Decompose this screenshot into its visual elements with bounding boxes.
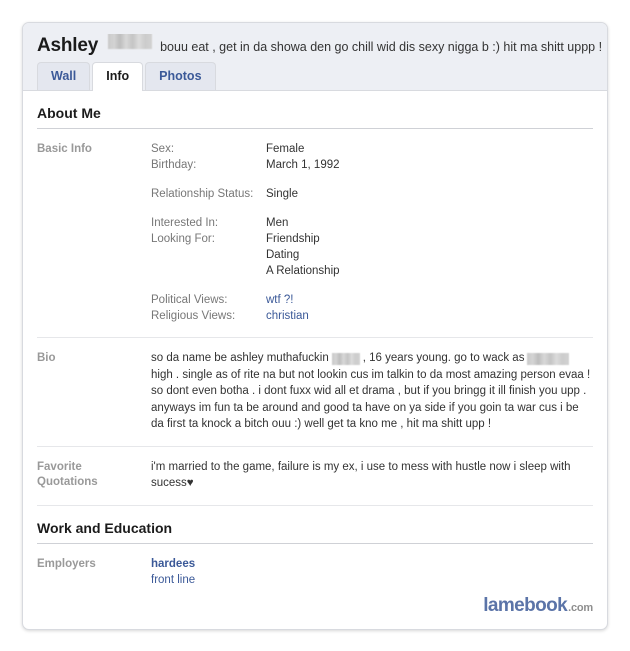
profile-name: Ashley xyxy=(37,35,99,56)
bio-text: so da name be ashley muthafuckin , 16 yea… xyxy=(151,350,593,433)
redacted-bio-block-1 xyxy=(331,352,360,365)
lamebook-watermark-tld: .com xyxy=(568,602,593,614)
value-looking-for-friendship: Friendship xyxy=(266,233,320,245)
value-political-views-link[interactable]: wtf ?! xyxy=(266,292,593,308)
value-relationship-status: Single xyxy=(266,188,298,200)
label-looking-for: Looking For: xyxy=(151,233,215,245)
field-label-employers: Employers xyxy=(37,557,96,570)
profile-card: Ashley bouu eat , get in da showa den go… xyxy=(22,22,608,630)
section-title-work-and-education: Work and Education xyxy=(37,506,593,544)
bio-part-1: so da name be ashley muthafuckin xyxy=(151,352,329,364)
basic-info-row-interested-in: Interested In: Men xyxy=(151,215,593,231)
label-political-views: Political Views: xyxy=(151,294,228,306)
label-interested-in: Interested In: xyxy=(151,217,219,229)
profile-header-line: Ashley bouu eat , get in da showa den go… xyxy=(37,34,607,60)
basic-info-row-relationship-status: Relationship Status: Single xyxy=(151,186,593,202)
lamebook-watermark-main: lamebook xyxy=(483,595,568,616)
basic-info-row-looking-for: Looking For: Friendship xyxy=(151,231,593,247)
basic-info-row-looking-for-relationship: A Relationship xyxy=(151,263,593,279)
label-birthday: Birthday: xyxy=(151,159,197,171)
label-religious-views: Religious Views: xyxy=(151,310,236,322)
value-sex: Female xyxy=(266,143,305,155)
bio-part-2: , 16 years young. go to wack as xyxy=(362,352,525,364)
field-label-bio: Bio xyxy=(37,352,56,364)
lamebook-watermark: lamebook .com xyxy=(483,595,593,617)
value-religious-views-link[interactable]: christian xyxy=(266,308,593,324)
employer-position-link[interactable]: front line xyxy=(151,572,593,588)
basic-info-row-political-views: Political Views: wtf ?! xyxy=(151,292,593,308)
field-label-basic-info: Basic Info xyxy=(37,143,92,155)
profile-header: Ashley bouu eat , get in da showa den go… xyxy=(23,23,607,91)
field-label-favorite-quotations: Favorite Quotations xyxy=(37,459,151,492)
field-row-basic-info: Basic Info Sex: Female Birthday: March 1… xyxy=(37,129,593,338)
profile-tabs: Wall Info Photos xyxy=(37,62,218,91)
label-relationship-status: Relationship Status: xyxy=(151,188,254,200)
basic-info-row-sex: Sex: Female xyxy=(151,141,593,157)
value-birthday: March 1, 1992 xyxy=(266,159,340,171)
field-row-bio: Bio so da name be ashley muthafuckin , 16… xyxy=(37,338,593,447)
bio-part-3: high . single as of rite na but not look… xyxy=(151,368,591,431)
tab-photos[interactable]: Photos xyxy=(145,62,216,90)
favorite-quotations-text: i'm married to the game, failure is my e… xyxy=(151,460,571,490)
label-looking-for-spacer-2 xyxy=(151,263,266,279)
basic-info-row-looking-for-dating: Dating xyxy=(151,247,593,263)
section-title-about-me: About Me xyxy=(37,91,593,129)
label-sex: Sex: xyxy=(151,143,175,155)
value-looking-for-a-relationship: A Relationship xyxy=(266,265,340,277)
field-row-favorite-quotations: Favorite Quotations i'm married to the g… xyxy=(37,447,593,506)
profile-status-text: bouu eat , get in da showa den go chill … xyxy=(160,40,603,54)
field-label-favorite-quotations-line1: Favorite xyxy=(37,460,82,473)
basic-info-row-religious-views: Religious Views: christian xyxy=(151,308,593,324)
label-looking-for-spacer xyxy=(151,247,266,263)
basic-info-row-birthday: Birthday: March 1, 1992 xyxy=(151,157,593,173)
value-interested-in: Men xyxy=(266,217,289,229)
employer-name-link[interactable]: hardees xyxy=(151,556,593,572)
redacted-lastname-block xyxy=(108,34,153,49)
basic-info-table: Sex: Female Birthday: March 1, 1992 Rela… xyxy=(151,141,593,324)
tab-wall[interactable]: Wall xyxy=(37,62,91,90)
field-row-employers: Employers hardees front line xyxy=(37,544,593,601)
value-looking-for-dating: Dating xyxy=(266,249,300,261)
field-label-favorite-quotations-line2: Quotations xyxy=(37,475,98,488)
tab-info[interactable]: Info xyxy=(92,62,144,91)
screenshot-page: Ashley bouu eat , get in da showa den go… xyxy=(0,0,630,651)
profile-body: About Me Basic Info Sex: Female Birthday… xyxy=(23,91,607,601)
redacted-bio-block-2 xyxy=(527,352,570,365)
